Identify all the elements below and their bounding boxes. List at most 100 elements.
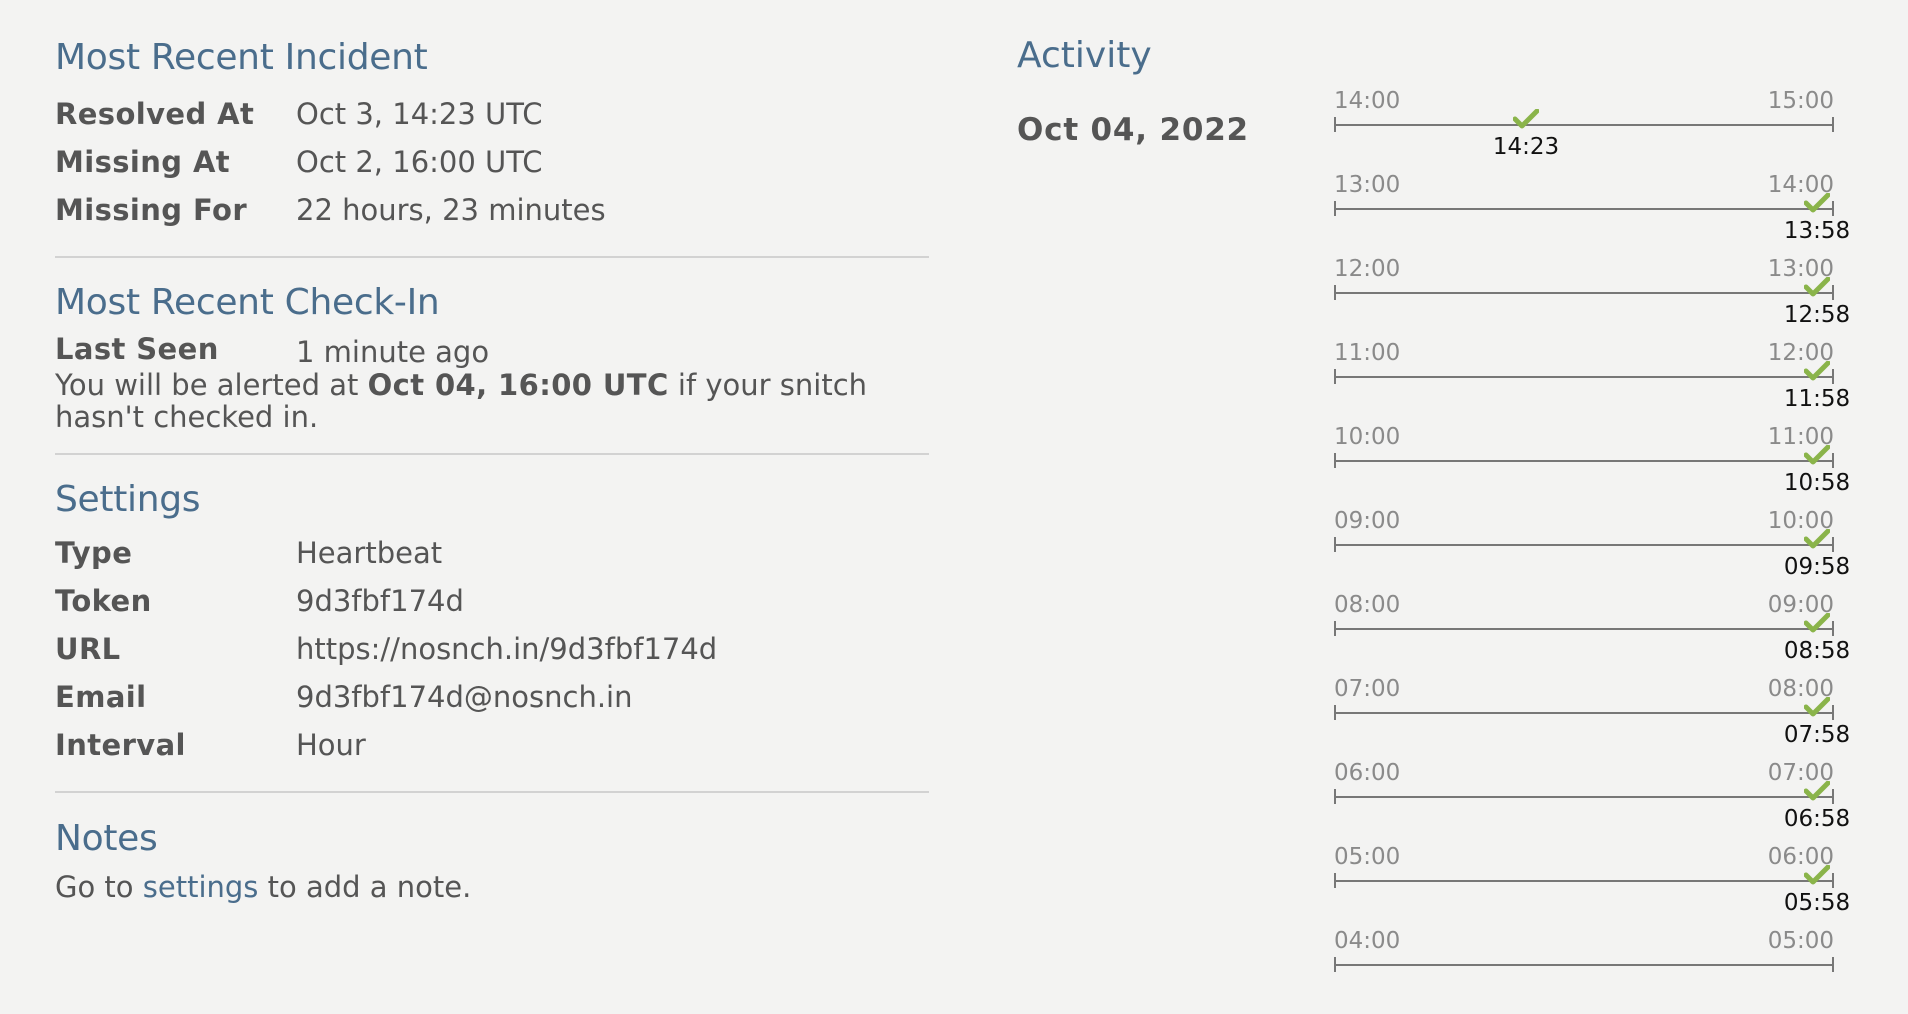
settings-title: Settings xyxy=(55,479,201,520)
checkin-time-label: 12:58 xyxy=(1783,302,1851,328)
activity-timeline-row: 14:00 15:00 14:23 xyxy=(1334,90,1834,174)
timeline-axis xyxy=(1334,880,1834,882)
timeline-end-tick xyxy=(1832,621,1834,636)
settings-key: URL xyxy=(55,632,121,666)
timeline-end-tick xyxy=(1832,201,1834,216)
timeline-end-tick xyxy=(1832,789,1834,804)
checkin-time-label: 06:58 xyxy=(1783,806,1851,832)
timeline-axis xyxy=(1334,964,1834,966)
check-icon[interactable] xyxy=(1804,277,1830,297)
settings-key: Type xyxy=(55,536,133,570)
notes-section: Notes Go to settings to add a note. xyxy=(55,793,929,907)
check-icon[interactable] xyxy=(1804,361,1830,381)
incident-section: Most Recent Incident Resolved At Oct 3, … xyxy=(55,0,929,234)
notes-prefix: Go to xyxy=(55,870,143,904)
incident-key: Missing At xyxy=(55,145,231,179)
checkin-time-label: 07:58 xyxy=(1783,722,1851,748)
left-column: Most Recent Incident Resolved At Oct 3, … xyxy=(55,0,929,907)
activity-timeline-row: 10:00 11:00 10:58 xyxy=(1334,424,1850,510)
timeline-end-tick xyxy=(1832,957,1834,972)
timeline-axis xyxy=(1334,292,1834,294)
timeline-start-tick xyxy=(1334,621,1336,636)
settings-section: Settings Type Heartbeat Token 9d3fbf174d… xyxy=(55,455,929,769)
settings-value: Hour xyxy=(296,728,366,762)
timeline-axis xyxy=(1334,460,1834,462)
timeline-start-tick xyxy=(1334,705,1336,720)
timeline-start-label: 04:00 xyxy=(1334,928,1401,954)
check-icon[interactable] xyxy=(1804,445,1830,465)
settings-row-token: Token 9d3fbf174d xyxy=(55,577,929,625)
activity-timeline-row: 05:00 06:00 05:58 xyxy=(1334,844,1850,930)
settings-key: Token xyxy=(55,584,152,618)
settings-value: 9d3fbf174d@nosnch.in xyxy=(296,680,633,714)
timeline-axis xyxy=(1334,796,1834,798)
alert-time: Oct 04, 16:00 UTC xyxy=(367,368,669,402)
settings-key: Interval xyxy=(55,728,186,762)
timeline-start-label: 08:00 xyxy=(1334,592,1401,618)
timeline-start-label: 10:00 xyxy=(1334,424,1401,450)
last-seen-value: 1 minute ago xyxy=(296,335,490,369)
activity-title: Activity xyxy=(1017,35,1152,76)
timeline-start-tick xyxy=(1334,369,1336,384)
activity-timeline-row: 09:00 10:00 09:58 xyxy=(1334,508,1850,594)
checkin-row-last-seen: Last Seen 1 minute ago xyxy=(55,329,929,369)
timeline-end-tick xyxy=(1832,117,1834,132)
checkin-time-label: 08:58 xyxy=(1783,638,1851,664)
timeline-start-tick xyxy=(1334,201,1336,216)
incident-row-missing-for: Missing For 22 hours, 23 minutes xyxy=(55,186,929,234)
settings-key: Email xyxy=(55,680,147,714)
last-seen-key: Last Seen xyxy=(55,332,219,366)
timeline-start-label: 11:00 xyxy=(1334,340,1401,366)
activity-timeline-row: 13:00 14:00 13:58 xyxy=(1334,174,1850,258)
check-icon[interactable] xyxy=(1804,529,1830,549)
timeline-start-tick xyxy=(1334,789,1336,804)
checkin-time-label: 09:58 xyxy=(1783,554,1851,580)
check-icon[interactable] xyxy=(1804,193,1830,213)
timeline-start-label: 09:00 xyxy=(1334,508,1401,534)
timeline-end-tick xyxy=(1832,285,1834,300)
timeline-start-tick xyxy=(1334,957,1336,972)
timeline-start-tick xyxy=(1334,453,1336,468)
incident-key: Resolved At xyxy=(55,97,255,131)
check-icon[interactable] xyxy=(1804,781,1830,801)
timeline-axis xyxy=(1334,208,1834,210)
settings-link[interactable]: settings xyxy=(143,870,259,904)
settings-value: https://nosnch.in/9d3fbf174d xyxy=(296,632,718,666)
activity-timeline-row: 12:00 13:00 12:58 xyxy=(1334,256,1850,342)
checkin-section: Most Recent Check-In Last Seen 1 minute … xyxy=(55,258,929,434)
settings-row-url: URL https://nosnch.in/9d3fbf174d xyxy=(55,625,929,673)
incident-value: Oct 2, 16:00 UTC xyxy=(296,145,543,179)
timeline-end-tick xyxy=(1832,705,1834,720)
activity-timeline-row: 11:00 12:00 11:58 xyxy=(1334,340,1850,426)
timeline-end-tick xyxy=(1832,453,1834,468)
timeline-axis xyxy=(1334,376,1834,378)
notes-title: Notes xyxy=(55,818,158,859)
check-icon[interactable] xyxy=(1804,697,1830,717)
timeline-start-label: 14:00 xyxy=(1334,88,1401,114)
check-icon[interactable] xyxy=(1804,613,1830,633)
incident-title: Most Recent Incident xyxy=(55,37,428,78)
timeline-end-label: 15:00 xyxy=(1767,88,1834,114)
timeline-start-label: 12:00 xyxy=(1334,256,1401,282)
check-icon[interactable] xyxy=(1804,865,1830,885)
incident-row-resolved: Resolved At Oct 3, 14:23 UTC xyxy=(55,90,929,138)
incident-key: Missing For xyxy=(55,193,248,227)
activity-date: Oct 04, 2022 xyxy=(1017,112,1249,148)
settings-row-interval: Interval Hour xyxy=(55,721,929,769)
activity-timeline-row: 08:00 09:00 08:58 xyxy=(1334,592,1850,678)
timeline-start-label: 05:00 xyxy=(1334,844,1401,870)
checkin-time-label: 05:58 xyxy=(1783,890,1851,916)
activity-timeline-row: 06:00 07:00 06:58 xyxy=(1334,760,1850,846)
settings-value: 9d3fbf174d xyxy=(296,584,464,618)
timeline-end-tick xyxy=(1832,537,1834,552)
timeline-axis xyxy=(1334,124,1834,126)
timeline-start-tick xyxy=(1334,873,1336,888)
check-icon[interactable] xyxy=(1513,109,1539,129)
timeline-end-tick xyxy=(1832,873,1834,888)
alert-message: You will be alerted at Oct 04, 16:00 UTC… xyxy=(55,369,929,433)
checkin-time-label: 10:58 xyxy=(1783,470,1851,496)
timeline-start-tick xyxy=(1334,285,1336,300)
activity-timeline-row: 07:00 08:00 07:58 xyxy=(1334,678,1850,762)
notes-message: Go to settings to add a note. xyxy=(55,867,929,907)
timeline-start-label: 06:00 xyxy=(1334,760,1401,786)
